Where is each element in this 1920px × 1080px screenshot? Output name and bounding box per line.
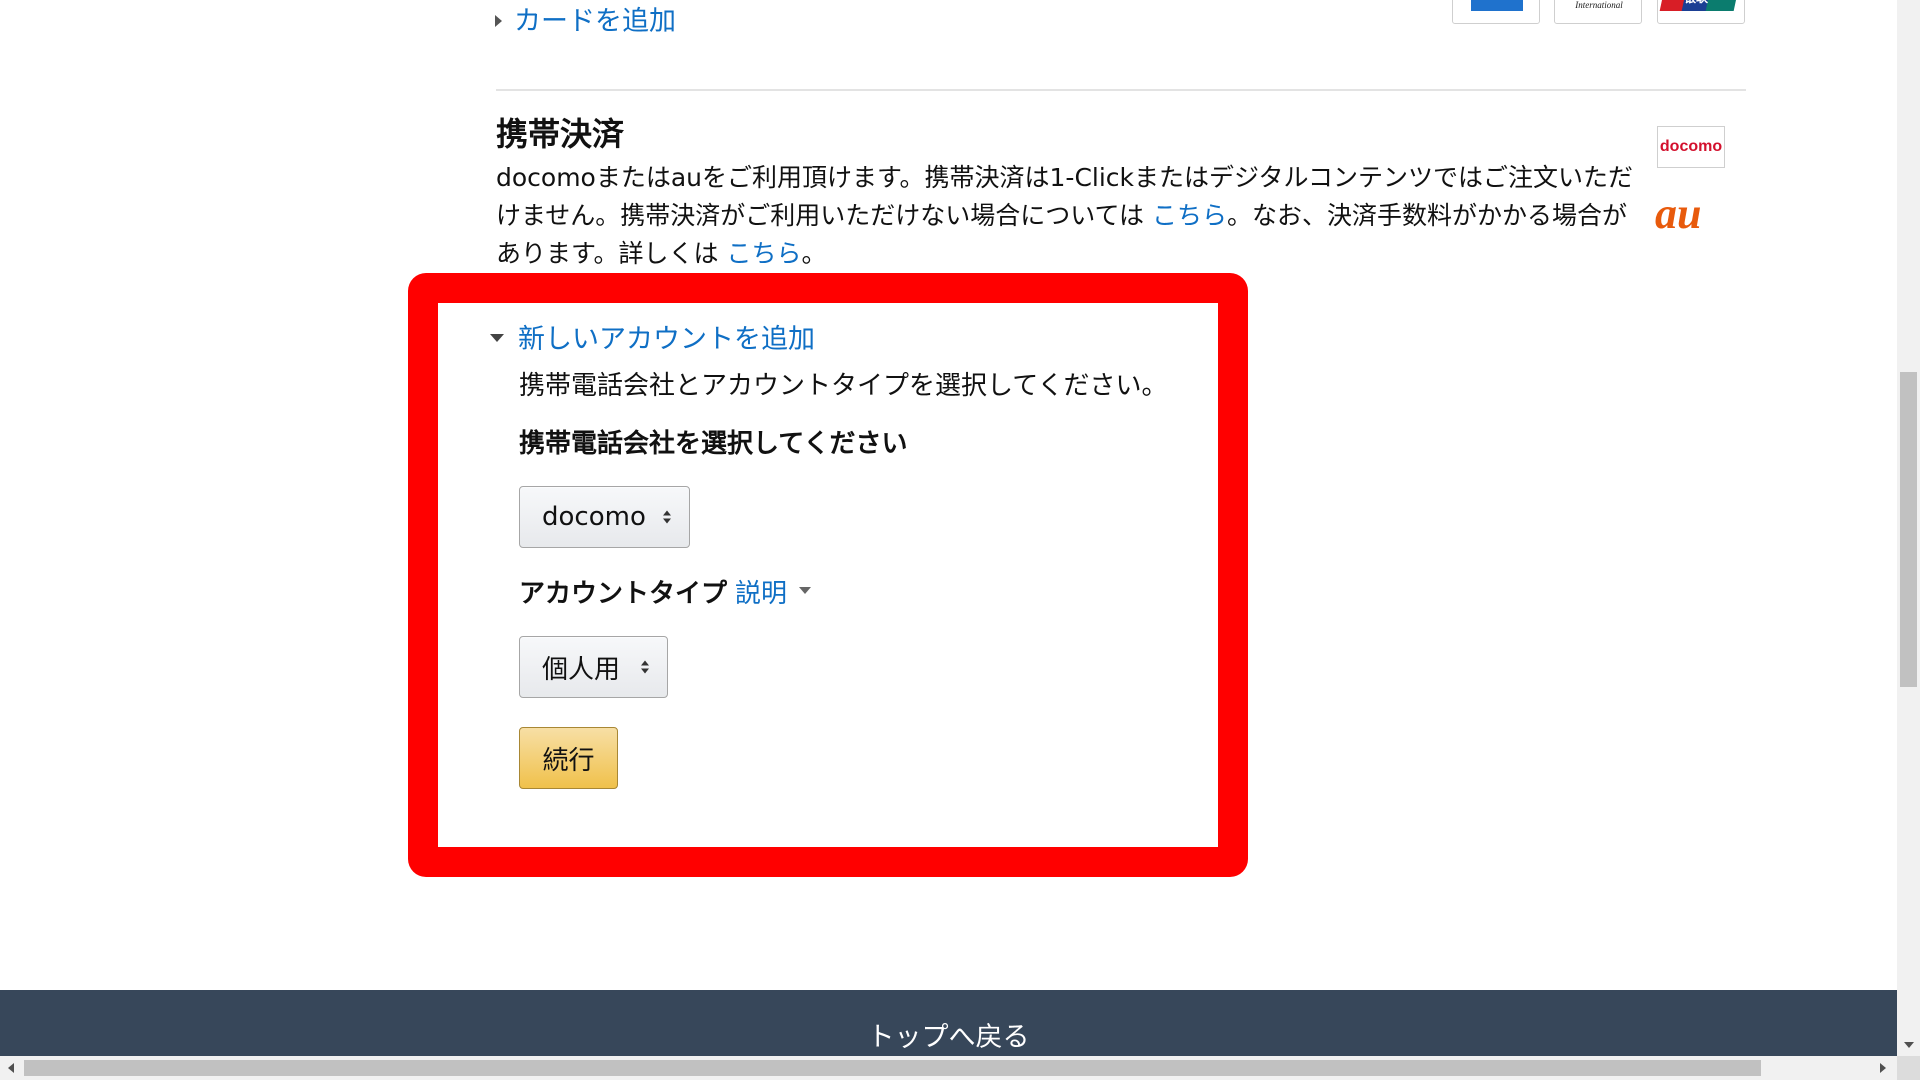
selection-instruction: 携帯電話会社とアカウントタイプを選択してください。 [519,371,1168,401]
scrollbar-corner [1897,1056,1920,1080]
select-arrows-icon [641,660,649,674]
continue-button[interactable]: 続行 [519,727,618,789]
details-link-2[interactable]: こちら [726,239,801,268]
carrier-billing-description: docomoまたはauをご利用頂けます。携帯決済は1-Clickまたはデジタルコ… [496,159,1646,273]
scroll-down-icon[interactable] [1904,1042,1914,1048]
horizontal-scrollbar[interactable] [0,1056,1920,1080]
carrier-select-label: 携帯電話会社を選択してください [519,429,908,459]
add-card-link[interactable]: カードを追加 [495,4,676,40]
vertical-scrollbar[interactable] [1897,0,1920,1056]
add-card-label: カードを追加 [514,6,676,37]
diners-club-text: Diners Club International [1575,0,1623,10]
scroll-left-icon[interactable] [8,1063,14,1073]
unionpay-text: 银联 [1684,0,1708,6]
explain-link[interactable]: 説明 [735,579,812,609]
docomo-logo: docomo [1657,126,1725,168]
account-type-label: アカウントタイプ [519,579,728,609]
scroll-right-icon[interactable] [1880,1063,1886,1073]
details-link-1[interactable]: こちら [1152,201,1227,230]
american-express-logo [1452,0,1540,24]
explain-link-label: 説明 [735,579,788,609]
desc-text-3: 。 [801,239,827,268]
account-type-select[interactable]: 個人用 [519,636,668,698]
diners-club-logo: Diners Club International [1554,0,1642,24]
page-viewport: カードを追加 Diners Club International 银联 携帯決済… [0,0,1897,1056]
au-logo: au [1655,189,1702,238]
caret-down-icon [799,587,812,594]
account-type-label-row: アカウントタイプ 説明 [519,576,812,612]
section-divider [496,89,1746,91]
carrier-select[interactable]: docomo [519,486,690,548]
account-type-select-value: 個人用 [542,654,621,685]
unionpay-logo: 银联 [1657,0,1745,24]
add-new-account-label: 新しいアカウントを追加 [518,324,815,355]
docomo-logo-text: docomo [1659,138,1723,155]
horizontal-scroll-thumb[interactable] [24,1060,1761,1076]
caret-right-icon [495,14,502,27]
back-to-top-link[interactable]: トップへ戻る [0,1018,1897,1056]
vertical-scroll-thumb[interactable] [1900,372,1917,687]
caret-down-icon [490,333,504,342]
add-new-account-toggle[interactable]: 新しいアカウントを追加 [490,322,815,358]
select-arrows-icon [663,510,671,524]
carrier-billing-title: 携帯決済 [496,115,625,153]
carrier-select-value: docomo [542,502,646,532]
